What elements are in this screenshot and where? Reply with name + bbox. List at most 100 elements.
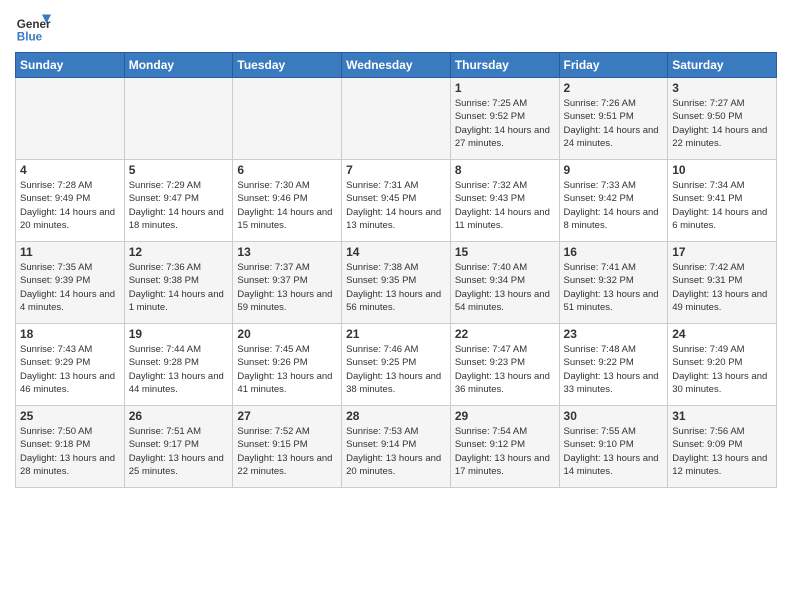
day-info: Sunrise: 7:42 AM Sunset: 9:31 PM Dayligh… <box>672 261 772 314</box>
calendar-cell: 8 Sunrise: 7:32 AM Sunset: 9:43 PM Daylig… <box>450 160 559 242</box>
day-info: Sunrise: 7:52 AM Sunset: 9:15 PM Dayligh… <box>237 425 337 478</box>
day-number: 27 <box>237 409 337 423</box>
week-row-1: 1 Sunrise: 7:25 AM Sunset: 9:52 PM Daylig… <box>16 78 777 160</box>
calendar-cell: 17 Sunrise: 7:42 AM Sunset: 9:31 PM Dayli… <box>668 242 777 324</box>
day-number: 2 <box>564 81 664 95</box>
calendar-cell: 28 Sunrise: 7:53 AM Sunset: 9:14 PM Dayli… <box>342 406 451 488</box>
day-number: 9 <box>564 163 664 177</box>
header-row: SundayMondayTuesdayWednesdayThursdayFrid… <box>16 53 777 78</box>
day-number: 12 <box>129 245 229 259</box>
day-info: Sunrise: 7:36 AM Sunset: 9:38 PM Dayligh… <box>129 261 229 314</box>
day-info: Sunrise: 7:33 AM Sunset: 9:42 PM Dayligh… <box>564 179 664 232</box>
day-number: 21 <box>346 327 446 341</box>
day-number: 23 <box>564 327 664 341</box>
calendar-table: SundayMondayTuesdayWednesdayThursdayFrid… <box>15 52 777 488</box>
col-header-monday: Monday <box>124 53 233 78</box>
calendar-cell: 24 Sunrise: 7:49 AM Sunset: 9:20 PM Dayli… <box>668 324 777 406</box>
day-info: Sunrise: 7:49 AM Sunset: 9:20 PM Dayligh… <box>672 343 772 396</box>
calendar-cell: 30 Sunrise: 7:55 AM Sunset: 9:10 PM Dayli… <box>559 406 668 488</box>
day-number: 13 <box>237 245 337 259</box>
day-number: 18 <box>20 327 120 341</box>
day-info: Sunrise: 7:29 AM Sunset: 9:47 PM Dayligh… <box>129 179 229 232</box>
day-number: 20 <box>237 327 337 341</box>
calendar-cell: 9 Sunrise: 7:33 AM Sunset: 9:42 PM Daylig… <box>559 160 668 242</box>
day-info: Sunrise: 7:25 AM Sunset: 9:52 PM Dayligh… <box>455 97 555 150</box>
day-number: 3 <box>672 81 772 95</box>
calendar-cell: 29 Sunrise: 7:54 AM Sunset: 9:12 PM Dayli… <box>450 406 559 488</box>
day-info: Sunrise: 7:56 AM Sunset: 9:09 PM Dayligh… <box>672 425 772 478</box>
day-number: 28 <box>346 409 446 423</box>
calendar-cell <box>233 78 342 160</box>
calendar-cell: 5 Sunrise: 7:29 AM Sunset: 9:47 PM Daylig… <box>124 160 233 242</box>
col-header-tuesday: Tuesday <box>233 53 342 78</box>
day-info: Sunrise: 7:30 AM Sunset: 9:46 PM Dayligh… <box>237 179 337 232</box>
day-info: Sunrise: 7:43 AM Sunset: 9:29 PM Dayligh… <box>20 343 120 396</box>
day-number: 26 <box>129 409 229 423</box>
calendar-cell: 4Sunrise: 7:28 AM Sunset: 9:49 PM Daylig… <box>16 160 125 242</box>
header: General Blue <box>15 10 777 46</box>
day-info: Sunrise: 7:54 AM Sunset: 9:12 PM Dayligh… <box>455 425 555 478</box>
day-info: Sunrise: 7:50 AM Sunset: 9:18 PM Dayligh… <box>20 425 120 478</box>
day-number: 22 <box>455 327 555 341</box>
day-info: Sunrise: 7:40 AM Sunset: 9:34 PM Dayligh… <box>455 261 555 314</box>
calendar-cell: 15 Sunrise: 7:40 AM Sunset: 9:34 PM Dayli… <box>450 242 559 324</box>
page: General Blue SundayMondayTuesdayWednesda… <box>0 0 792 498</box>
calendar-cell: 31 Sunrise: 7:56 AM Sunset: 9:09 PM Dayli… <box>668 406 777 488</box>
logo-icon: General Blue <box>15 10 51 46</box>
day-number: 17 <box>672 245 772 259</box>
day-info: Sunrise: 7:27 AM Sunset: 9:50 PM Dayligh… <box>672 97 772 150</box>
day-info: Sunrise: 7:53 AM Sunset: 9:14 PM Dayligh… <box>346 425 446 478</box>
day-number: 10 <box>672 163 772 177</box>
day-number: 30 <box>564 409 664 423</box>
calendar-cell: 18 Sunrise: 7:43 AM Sunset: 9:29 PM Dayli… <box>16 324 125 406</box>
day-info: Sunrise: 7:31 AM Sunset: 9:45 PM Dayligh… <box>346 179 446 232</box>
calendar-cell: 21 Sunrise: 7:46 AM Sunset: 9:25 PM Dayli… <box>342 324 451 406</box>
day-number: 8 <box>455 163 555 177</box>
col-header-thursday: Thursday <box>450 53 559 78</box>
day-info: Sunrise: 7:32 AM Sunset: 9:43 PM Dayligh… <box>455 179 555 232</box>
day-info: Sunrise: 7:46 AM Sunset: 9:25 PM Dayligh… <box>346 343 446 396</box>
day-number: 6 <box>237 163 337 177</box>
day-number: 7 <box>346 163 446 177</box>
day-info: Sunrise: 7:51 AM Sunset: 9:17 PM Dayligh… <box>129 425 229 478</box>
day-number: 24 <box>672 327 772 341</box>
day-info: Sunrise: 7:26 AM Sunset: 9:51 PM Dayligh… <box>564 97 664 150</box>
calendar-cell: 14 Sunrise: 7:38 AM Sunset: 9:35 PM Dayli… <box>342 242 451 324</box>
calendar-cell: 27 Sunrise: 7:52 AM Sunset: 9:15 PM Dayli… <box>233 406 342 488</box>
week-row-2: 4Sunrise: 7:28 AM Sunset: 9:49 PM Daylig… <box>16 160 777 242</box>
calendar-cell: 12 Sunrise: 7:36 AM Sunset: 9:38 PM Dayli… <box>124 242 233 324</box>
day-number: 29 <box>455 409 555 423</box>
day-number: 25 <box>20 409 120 423</box>
day-info: Sunrise: 7:44 AM Sunset: 9:28 PM Dayligh… <box>129 343 229 396</box>
col-header-friday: Friday <box>559 53 668 78</box>
day-number: 5 <box>129 163 229 177</box>
calendar-cell: 2 Sunrise: 7:26 AM Sunset: 9:51 PM Daylig… <box>559 78 668 160</box>
calendar-cell: 25 Sunrise: 7:50 AM Sunset: 9:18 PM Dayli… <box>16 406 125 488</box>
day-info: Sunrise: 7:38 AM Sunset: 9:35 PM Dayligh… <box>346 261 446 314</box>
calendar-cell: 11Sunrise: 7:35 AM Sunset: 9:39 PM Dayli… <box>16 242 125 324</box>
day-info: Sunrise: 7:34 AM Sunset: 9:41 PM Dayligh… <box>672 179 772 232</box>
day-number: 16 <box>564 245 664 259</box>
day-info: Sunrise: 7:41 AM Sunset: 9:32 PM Dayligh… <box>564 261 664 314</box>
calendar-cell: 23Sunrise: 7:48 AM Sunset: 9:22 PM Dayli… <box>559 324 668 406</box>
calendar-cell: 13Sunrise: 7:37 AM Sunset: 9:37 PM Dayli… <box>233 242 342 324</box>
calendar-cell: 1 Sunrise: 7:25 AM Sunset: 9:52 PM Daylig… <box>450 78 559 160</box>
calendar-cell: 7 Sunrise: 7:31 AM Sunset: 9:45 PM Daylig… <box>342 160 451 242</box>
calendar-cell: 3 Sunrise: 7:27 AM Sunset: 9:50 PM Daylig… <box>668 78 777 160</box>
day-number: 31 <box>672 409 772 423</box>
calendar-cell <box>124 78 233 160</box>
day-number: 1 <box>455 81 555 95</box>
day-number: 19 <box>129 327 229 341</box>
calendar-cell <box>16 78 125 160</box>
week-row-3: 11Sunrise: 7:35 AM Sunset: 9:39 PM Dayli… <box>16 242 777 324</box>
calendar-cell <box>342 78 451 160</box>
day-info: Sunrise: 7:55 AM Sunset: 9:10 PM Dayligh… <box>564 425 664 478</box>
day-number: 15 <box>455 245 555 259</box>
col-header-sunday: Sunday <box>16 53 125 78</box>
week-row-4: 18 Sunrise: 7:43 AM Sunset: 9:29 PM Dayli… <box>16 324 777 406</box>
logo: General Blue <box>15 10 51 46</box>
day-number: 14 <box>346 245 446 259</box>
calendar-cell: 6 Sunrise: 7:30 AM Sunset: 9:46 PM Daylig… <box>233 160 342 242</box>
calendar-cell: 26 Sunrise: 7:51 AM Sunset: 9:17 PM Dayli… <box>124 406 233 488</box>
day-info: Sunrise: 7:35 AM Sunset: 9:39 PM Dayligh… <box>20 261 120 314</box>
